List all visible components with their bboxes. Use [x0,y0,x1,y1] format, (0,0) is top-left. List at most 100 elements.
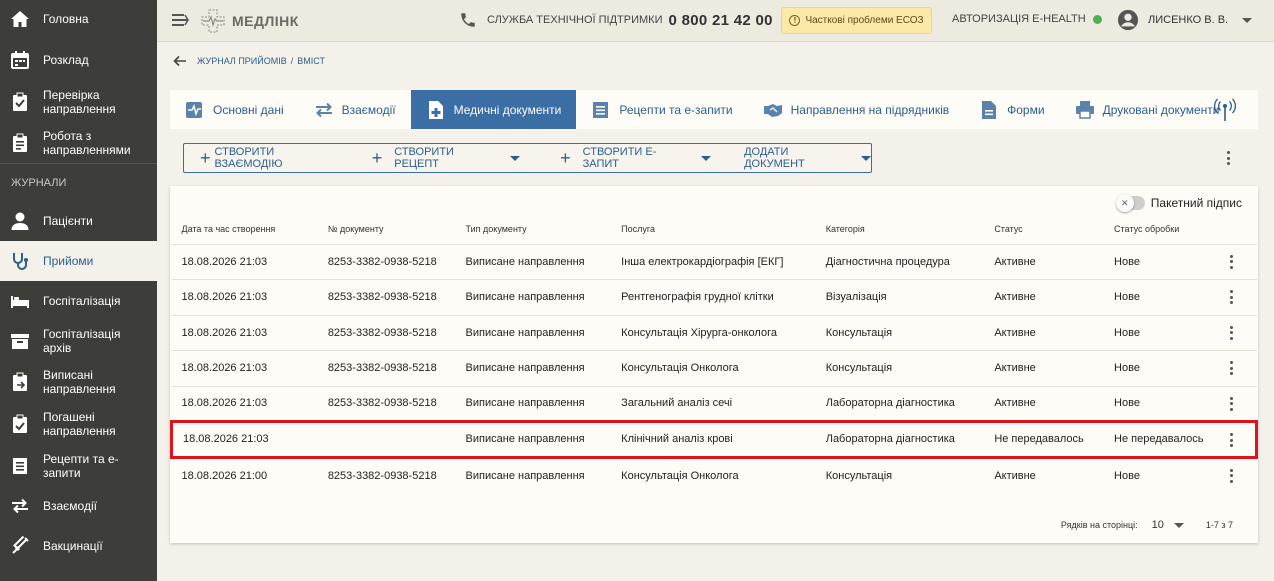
ehealth-auth-status[interactable]: АВТОРИЗАЦІЯ E-HEALTH [952,13,1102,25]
calendar-icon [11,50,29,69]
cell-service: Консультація Хірурга-онколога [611,314,816,351]
cell-category: Лабораторна діагностика [815,420,985,459]
breadcrumb-separator: / [290,56,294,66]
cell-category: Консультація [815,350,985,386]
eco-status-badge[interactable]: ! Часткові проблеми ЕСОЗ [781,7,932,34]
add-document-label: ДОДАТИ ДОКУМЕНТ [744,146,805,170]
sidebar-journal-item[interactable]: Госпіталізація [0,281,157,321]
logo[interactable]: МЕДЛІНК [200,8,299,34]
more-vert-icon[interactable] [1227,359,1237,377]
pulse-icon [185,100,205,120]
documents-card: ✕ Пакетний підпис Дата та час створення №… [169,186,1258,543]
column-header: Статус [994,223,1023,234]
cell-category: Візуалізація [815,279,985,315]
cell-type: Виписане направлення [455,385,612,422]
table-row[interactable]: 18.08.2026 21:03 8253-3382-0938-5218 Випис… [171,385,1257,422]
form-icon [979,100,999,120]
eco-status-text: Часткові проблеми ЕСОЗ [805,15,924,26]
tab-label: Направлення на підрядників [790,102,950,117]
table-row[interactable]: 18.08.2026 21:00 8253-3382-0938-5218 Випис… [171,456,1257,493]
list-doc-icon [13,458,27,474]
form-icon [982,100,997,119]
list-doc-icon [591,100,611,120]
more-vert-icon[interactable] [1227,324,1237,342]
sidebar-journal-item[interactable]: Погашені направлення [0,403,157,445]
cell-service: Рентгенографія грудної клітки [611,279,816,315]
medical-doc-icon [426,100,446,120]
more-actions-icon[interactable] [1223,149,1233,167]
toggle-switch[interactable]: ✕ [1115,194,1145,212]
cell-type: Виписане направлення [455,314,612,351]
cell-status: Не передавалось [984,420,1105,459]
sidebar-journal-item[interactable]: Рецепти та е-запити [0,445,157,487]
tab-label: Медичні документи [453,102,562,117]
table-row[interactable]: 18.08.2026 21:03 8253-3382-0938-5218 Випис… [171,350,1257,386]
cell-number: 8253-3382-0938-5218 [317,350,456,386]
clipboard-check-icon [13,92,27,111]
more-vert-icon[interactable] [1227,253,1237,271]
plus-icon: + [200,148,211,168]
menu-collapse-icon[interactable] [172,12,190,28]
handshake-icon [763,103,782,117]
user-menu[interactable]: ЛИСЕНКО В. В. [1117,9,1253,31]
cell-service: Інша електрокардіографія [ЕКГ] [611,243,816,280]
person-icon [10,211,30,231]
batch-sign-toggle[interactable]: ✕ Пакетний підпис [1115,194,1242,212]
create-erequest-button[interactable]: + СТВОРИТИ Е-ЗАПИТ [560,146,712,170]
tabs-bar: Основні дані Взаємодії Медичні документи Ре… [170,90,1258,129]
sidebar-item[interactable]: Робота з направленнями [0,123,157,163]
status-dot-icon [1092,14,1102,24]
create-recipe-button[interactable]: + СТВОРИТИ РЕЦЕПТ [372,146,521,170]
table-row[interactable]: 18.08.2026 21:03 Виписане направлення Клін… [169,420,1258,459]
table-row[interactable]: 18.08.2026 21:03 8253-3382-0938-5218 Випис… [171,279,1257,315]
more-vert-icon[interactable] [1227,288,1237,306]
cell-status: Активне [984,456,1105,493]
tab-item[interactable]: Друковані документи [1060,90,1235,129]
row-menu-cell [1217,243,1257,280]
sidebar-item[interactable]: Головна [0,0,157,38]
rows-per-page-select[interactable]: 10 [1152,519,1164,531]
cell-date: 18.08.2026 21:03 [171,314,318,351]
tab-item[interactable]: Форми [964,90,1059,129]
table-row[interactable]: 18.08.2026 21:03 8253-3382-0938-5218 Випис… [171,314,1257,351]
sidebar-section-journals: ЖУРНАЛИ [0,163,157,201]
chevron-down-icon[interactable] [1173,522,1184,528]
home-icon [10,9,30,29]
sidebar-item[interactable]: Перевірка направлення [0,81,157,123]
more-vert-icon[interactable] [1227,395,1237,413]
sidebar-journal-item[interactable]: Вакцинації [0,525,157,567]
clipboard-done-icon [13,414,27,433]
sidebar-journal-item[interactable]: Госпіталізація архів [0,321,157,361]
cell-type: Виписане направлення [455,279,612,315]
sidebar-journal-item[interactable]: Пацієнти [0,201,157,241]
person-icon [11,212,29,230]
clipboard-done-icon [10,414,30,434]
sidebar-item[interactable]: Розклад [0,38,157,81]
tab-item[interactable]: Взаємодії [299,90,411,129]
clipboard-out-icon [10,372,30,392]
breadcrumb-journal-link[interactable]: ЖУРНАЛ ПРИЙОМІВ [197,56,287,66]
cell-date: 18.08.2026 21:03 [171,243,318,280]
sidebar-journal-item[interactable]: Прийоми [0,241,157,281]
tab-item[interactable]: Основні дані [170,90,299,129]
table-row[interactable]: 18.08.2026 21:03 8253-3382-0938-5218 Випис… [171,243,1257,280]
cell-type: Виписане направлення [455,420,612,459]
sidebar-journal-item[interactable]: Виписані направлення [0,361,157,403]
more-vert-icon[interactable] [1227,467,1237,485]
cell-processing: Нове [1104,350,1218,386]
sidebar-journal-item[interactable]: Взаємодії [0,487,157,525]
create-interaction-button[interactable]: + СТВОРИТИ ВЗАЄМОДІЮ [200,146,342,170]
cell-category: Консультація [815,456,985,493]
more-vert-icon[interactable] [1227,431,1237,449]
cell-service: Загальний аналіз сечі [611,385,816,422]
tab-item[interactable]: Медичні документи [410,90,577,129]
printer-icon [1075,100,1094,119]
tab-item[interactable]: Направлення на підрядників [748,90,965,129]
medlink-logo-icon [201,9,225,33]
tab-item[interactable]: Рецепти та е-запити [576,90,747,129]
table-header-row: Дата та час створення № документу Тип доку… [172,214,1257,244]
back-arrow-icon[interactable] [172,53,188,69]
add-document-button[interactable]: ДОДАТИ ДОКУМЕНТ [744,146,871,170]
broadcast-icon[interactable] [1214,98,1236,122]
phone-icon [461,13,475,27]
